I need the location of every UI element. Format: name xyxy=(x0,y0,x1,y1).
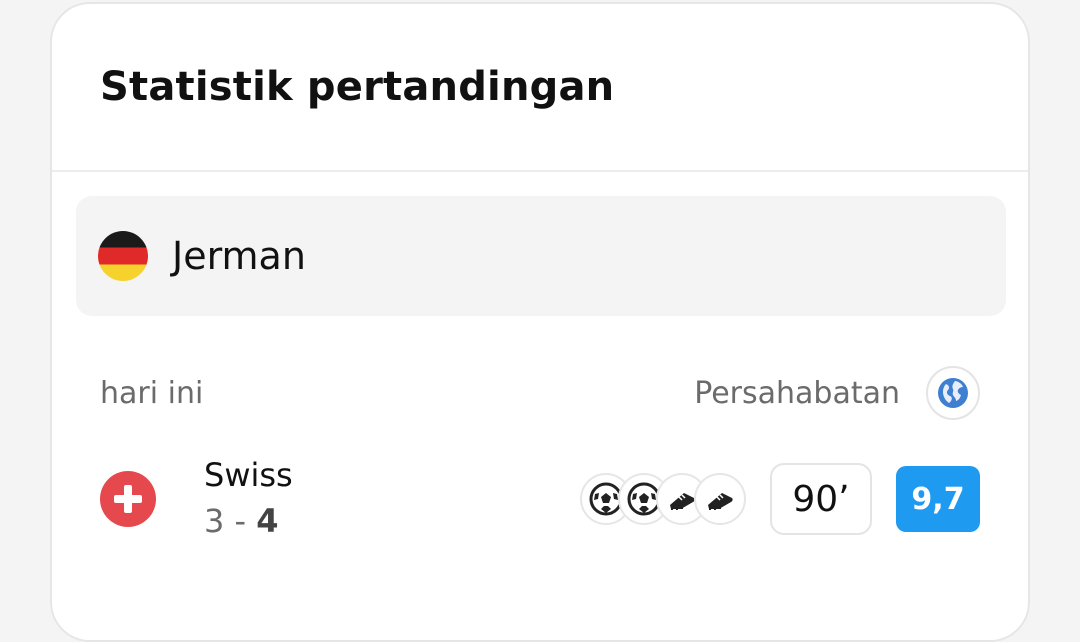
player-events xyxy=(580,473,746,525)
match-date: hari ini xyxy=(100,375,204,411)
boot-icon xyxy=(694,473,746,525)
player-rating-badge: 9,7 xyxy=(896,466,980,532)
minutes-played: 90’ xyxy=(770,463,872,535)
match-stats-card: Statistik pertandingan Jerman hari ini P… xyxy=(50,2,1030,642)
team-name: Jerman xyxy=(172,234,306,278)
competition-info: Persahabatan xyxy=(694,366,980,420)
switzerland-flag-icon xyxy=(100,471,156,527)
germany-flag-icon xyxy=(98,231,148,281)
card-title: Statistik pertandingan xyxy=(100,64,615,110)
match-meta-row: hari ini Persahabatan xyxy=(100,366,980,420)
match-score: 3 - 4 xyxy=(204,497,293,545)
card-header: Statistik pertandingan xyxy=(52,4,1028,172)
team-banner[interactable]: Jerman xyxy=(76,196,1006,316)
score-home: 3 xyxy=(204,502,225,540)
opponent-block: Swiss 3 - 4 xyxy=(204,453,293,545)
match-row[interactable]: Swiss 3 - 4 90’ 9,7 xyxy=(100,444,980,554)
competition-name: Persahabatan xyxy=(694,375,900,411)
globe-icon[interactable] xyxy=(926,366,980,420)
score-away: 4 xyxy=(256,502,279,540)
opponent-name: Swiss xyxy=(204,456,293,494)
score-separator: - xyxy=(234,502,247,540)
